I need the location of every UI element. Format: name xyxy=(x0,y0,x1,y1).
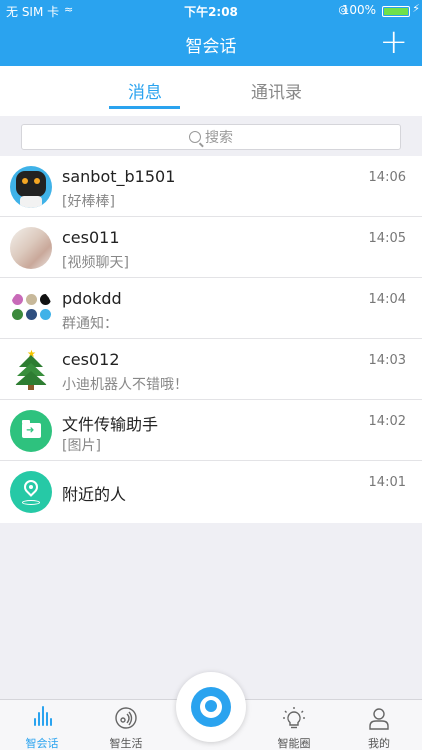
person-icon xyxy=(369,708,389,730)
conversation-preview: [视频聊天] xyxy=(62,255,129,271)
search-icon xyxy=(189,131,201,143)
conversation-row[interactable]: pdokdd 群通知： 14:04 xyxy=(0,278,422,339)
christmas-tree-avatar: ★ xyxy=(10,349,52,391)
conversation-preview: 小迪机器人不错哦！ xyxy=(62,377,188,393)
battery-percent: 100% xyxy=(341,3,376,17)
conversation-row[interactable]: 附近的人 14:01 xyxy=(0,461,422,523)
robot-avatar xyxy=(10,166,52,208)
battery-icon xyxy=(382,6,410,17)
tab-bar-item-circle[interactable]: 智能圈 xyxy=(254,700,334,750)
conversation-name: 文件传输助手 xyxy=(62,415,159,434)
tab-bar-item-home[interactable]: 智会话 xyxy=(2,700,82,750)
tab-contacts[interactable]: 通讯录 xyxy=(251,78,302,103)
status-bar: 无 SIM 卡 ≈ 下午2:08 ◎ 100% ⚡ xyxy=(0,0,422,22)
sound-wave-icon xyxy=(30,706,54,730)
folder-icon: ➜ xyxy=(10,410,52,452)
conversation-name: ces012 xyxy=(62,350,120,369)
photo-avatar xyxy=(10,227,52,269)
tab-bar-label: 智会话 xyxy=(25,737,59,750)
charging-icon: ⚡ xyxy=(412,2,420,15)
conversation-preview: [图片] xyxy=(62,438,101,454)
tab-messages[interactable]: 消息 xyxy=(128,78,162,103)
conversation-name: sanbot_b1501 xyxy=(62,167,176,186)
conversation-row[interactable]: ➜ 文件传输助手 [图片] 14:02 xyxy=(0,400,422,461)
nav-bar: 智会话 + xyxy=(0,22,422,66)
conversation-time: 14:03 xyxy=(368,353,406,368)
tab-bar-label: 我的 xyxy=(368,737,390,750)
search-placeholder: 搜索 xyxy=(205,130,233,146)
camera-button[interactable] xyxy=(176,672,246,742)
tab-bar-item-life[interactable]: 智生活 xyxy=(86,700,166,750)
conversation-list: sanbot_b1501 [好棒棒] 14:06 ces011 [视频聊天] 1… xyxy=(0,156,422,523)
group-avatar xyxy=(10,288,52,330)
conversation-name: 附近的人 xyxy=(62,485,127,504)
conversation-name: pdokdd xyxy=(62,289,122,308)
conversation-time: 14:04 xyxy=(368,292,406,307)
lightbulb-icon xyxy=(283,707,305,729)
conversation-row[interactable]: ★ ces012 小迪机器人不错哦！ 14:03 xyxy=(0,339,422,400)
active-tab-indicator xyxy=(109,106,180,109)
conversation-name: ces011 xyxy=(62,228,120,247)
segment-tabs: 消息 通讯录 xyxy=(0,66,422,116)
camera-eye-icon xyxy=(191,687,231,727)
conversation-row[interactable]: sanbot_b1501 [好棒棒] 14:06 xyxy=(0,156,422,217)
location-pin-icon xyxy=(10,471,52,513)
search-area: 搜索 xyxy=(0,116,422,156)
tab-bar-item-me[interactable]: 我的 xyxy=(339,700,419,750)
search-input[interactable]: 搜索 xyxy=(21,124,401,150)
conversation-time: 14:02 xyxy=(368,414,406,429)
conversation-preview: 群通知： xyxy=(62,316,118,332)
conversation-time: 14:06 xyxy=(368,170,406,185)
conversation-preview: [好棒棒] xyxy=(62,194,115,210)
page-title: 智会话 xyxy=(185,37,237,57)
tab-bar-label: 智生活 xyxy=(109,737,143,750)
conversation-row[interactable]: ces011 [视频聊天] 14:05 xyxy=(0,217,422,278)
conversation-time: 14:01 xyxy=(368,475,406,490)
tab-bar-label: 智能圈 xyxy=(277,737,311,750)
add-icon[interactable]: + xyxy=(380,24,409,60)
conversation-time: 14:05 xyxy=(368,231,406,246)
robot-ear-icon xyxy=(115,707,137,729)
